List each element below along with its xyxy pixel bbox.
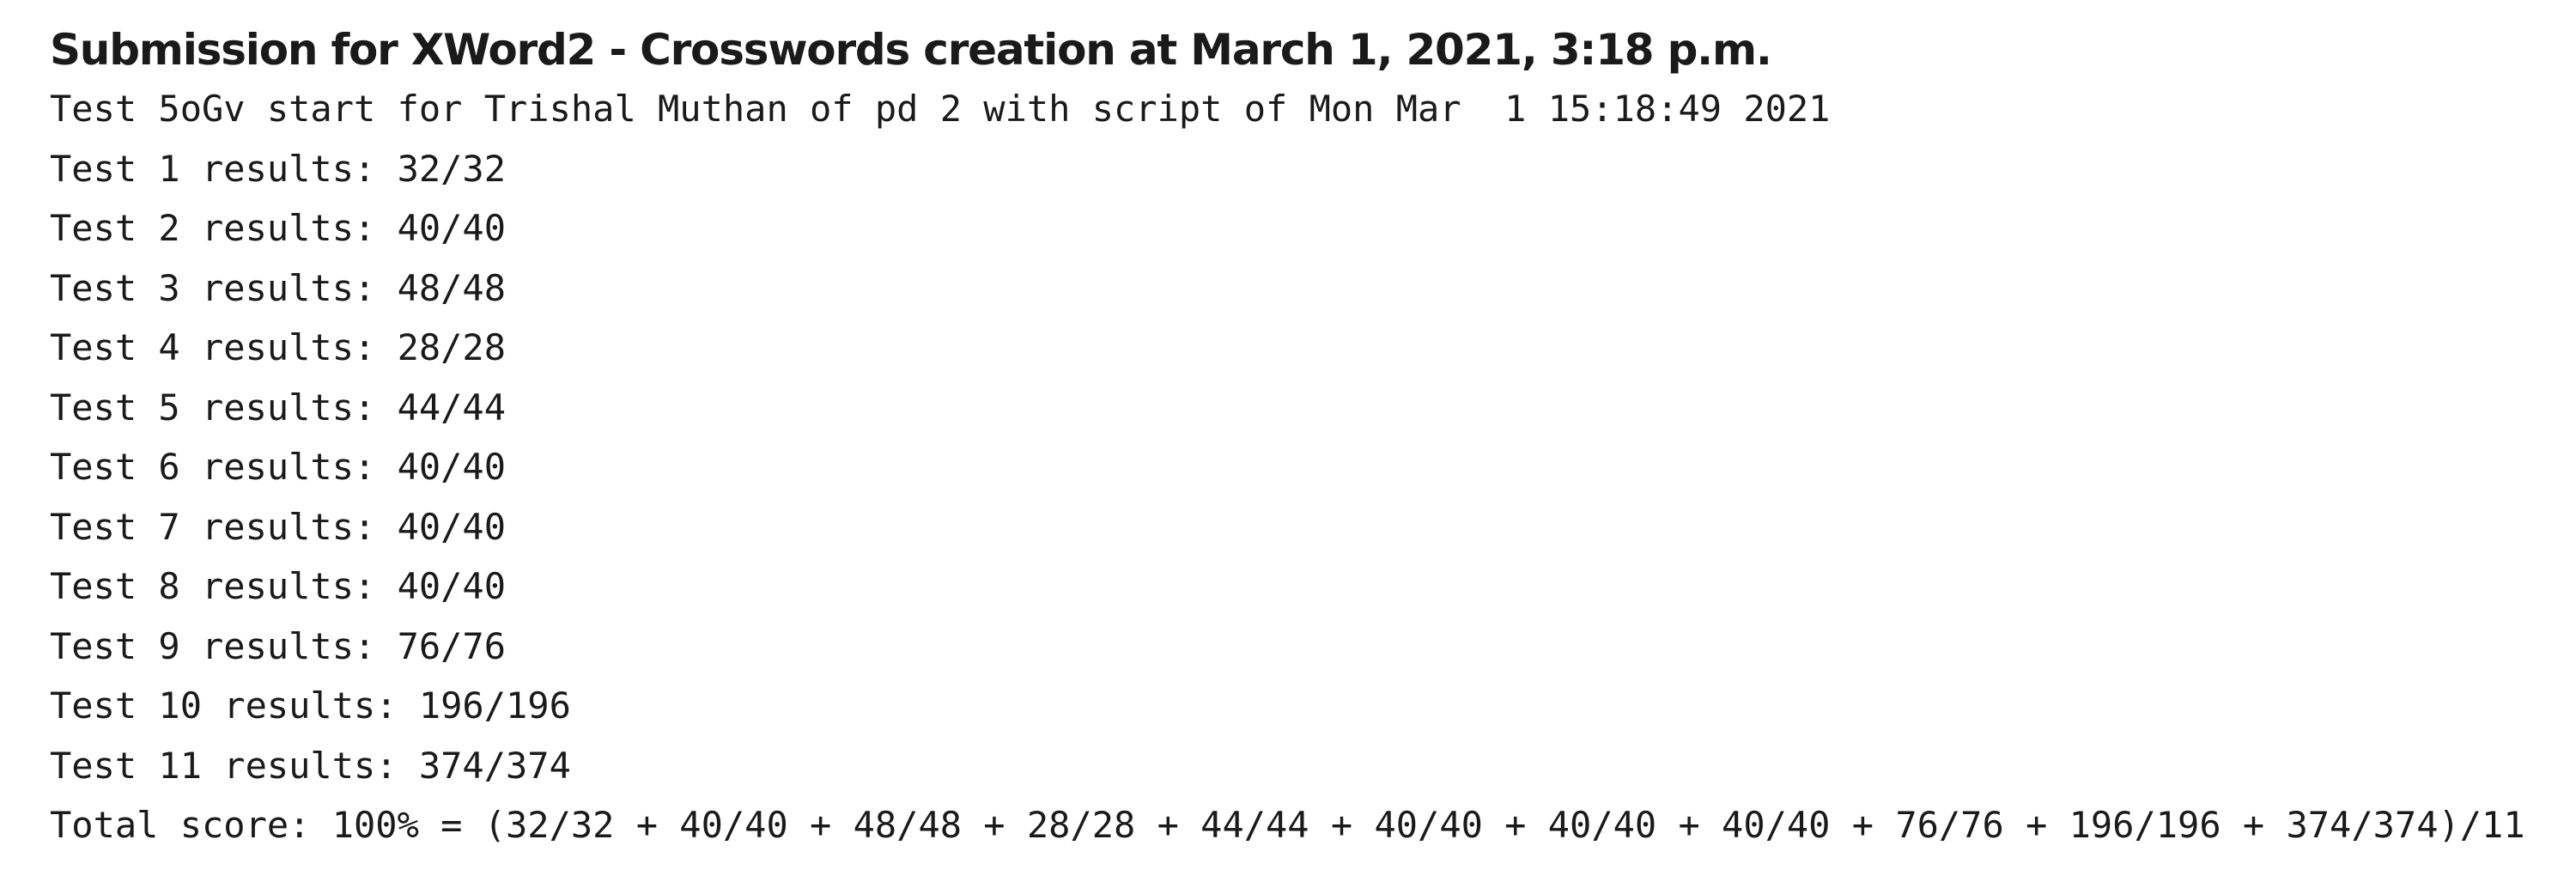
page-title: Submission for XWord2 - Crosswords creat… [50,25,1772,75]
test-result-line: Test 8 results: 40/40 [50,565,507,607]
test-result-line: Test 10 results: 196/196 [50,684,571,727]
test-result-line: Test 3 results: 48/48 [50,266,507,309]
test-start-line: Test 5oGv start for Trishal Muthan of pd… [50,88,1831,130]
test-output-log: Test 5oGv start for Trishal Muthan of pd… [50,79,2559,855]
test-result-line: Test 11 results: 374/374 [50,744,571,787]
test-result-line: Test 5 results: 44/44 [50,386,507,429]
test-result-line: Test 1 results: 32/32 [50,147,507,190]
total-score-line: Total score: 100% = (32/32 + 40/40 + 48/… [50,804,2525,846]
submission-page: Submission for XWord2 - Crosswords creat… [50,21,2559,855]
test-result-line: Test 2 results: 40/40 [50,207,507,249]
test-result-line: Test 7 results: 40/40 [50,505,507,548]
test-result-line: Test 4 results: 28/28 [50,326,507,368]
test-result-line: Test 9 results: 76/76 [50,624,507,667]
test-result-line: Test 6 results: 40/40 [50,446,507,488]
